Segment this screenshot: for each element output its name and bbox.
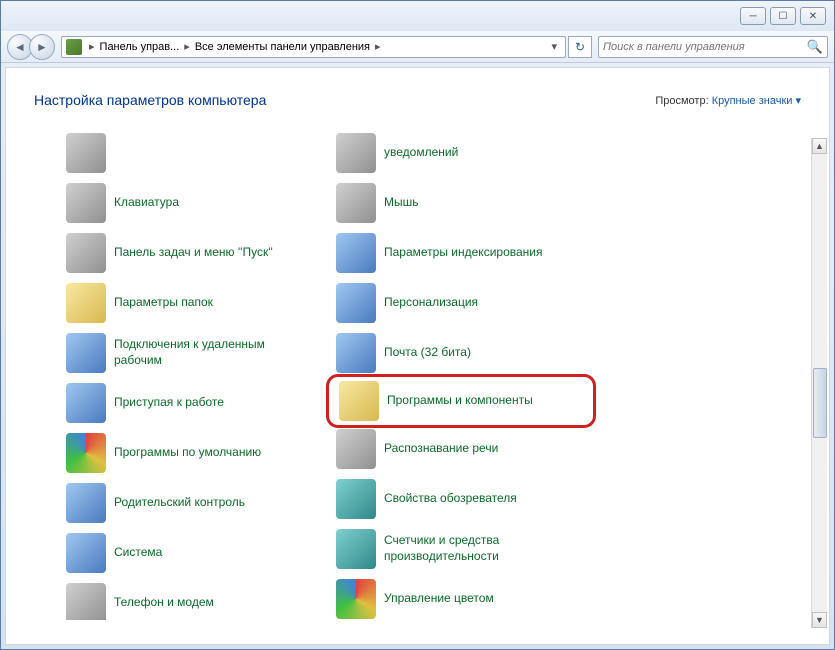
- cp-item-label: Телефон и модем: [114, 595, 214, 611]
- content-area: Настройка параметров компьютера Просмотр…: [5, 67, 830, 645]
- cp-item-label: Управление цветом: [384, 591, 494, 607]
- cp-item-label: Параметры индексирования: [384, 245, 542, 261]
- cp-item[interactable]: Параметры папок: [66, 278, 316, 328]
- forward-button[interactable]: ►: [29, 34, 55, 60]
- cp-item[interactable]: уведомлений: [336, 128, 586, 178]
- cp-item-icon: [66, 233, 106, 273]
- toolbar: ◄ ► ▸ Панель управ... ▸ Все элементы пан…: [1, 31, 834, 63]
- cp-item-label: Распознавание речи: [384, 441, 498, 457]
- chevron-right-icon: ▸: [86, 40, 98, 53]
- scroll-down-button[interactable]: ▼: [812, 612, 827, 628]
- cp-item-label: Родительский контроль: [114, 495, 245, 511]
- cp-item[interactable]: Панель задач и меню ''Пуск'': [66, 228, 316, 278]
- address-bar[interactable]: ▸ Панель управ... ▸ Все элементы панели …: [61, 36, 566, 58]
- cp-item[interactable]: Мышь: [336, 178, 586, 228]
- content-header: Настройка параметров компьютера Просмотр…: [6, 68, 829, 120]
- page-title: Настройка параметров компьютера: [34, 92, 266, 108]
- close-button[interactable]: ✕: [800, 7, 826, 25]
- vertical-scrollbar[interactable]: ▲ ▼: [811, 138, 827, 628]
- cp-item[interactable]: Подключения к удаленным рабочим: [66, 328, 316, 378]
- cp-item[interactable]: Параметры индексирования: [336, 228, 586, 278]
- view-dropdown[interactable]: Крупные значки ▾: [712, 95, 801, 107]
- cp-item-icon: [66, 483, 106, 523]
- cp-item-label: Мышь: [384, 195, 419, 211]
- cp-item-icon: [66, 133, 106, 173]
- cp-item[interactable]: Свойства обозревателя: [336, 474, 586, 524]
- cp-item-label: Система: [114, 545, 162, 561]
- breadcrumb-seg-1[interactable]: Панель управ...: [98, 41, 182, 53]
- cp-item-icon: [339, 381, 379, 421]
- cp-item-icon: [336, 133, 376, 173]
- cp-item[interactable]: Программы по умолчанию: [66, 428, 316, 478]
- minimize-button[interactable]: ─: [740, 7, 766, 25]
- search-icon[interactable]: 🔍: [807, 39, 823, 55]
- search-box[interactable]: 🔍: [598, 36, 828, 58]
- cp-item-icon: [66, 583, 106, 620]
- cp-item-icon: [336, 429, 376, 469]
- cp-item-icon: [66, 283, 106, 323]
- cp-item[interactable]: Система: [66, 528, 316, 578]
- refresh-button[interactable]: ↻: [568, 36, 592, 58]
- cp-item-icon: [66, 383, 106, 423]
- cp-item-label: Персонализация: [384, 295, 478, 311]
- cp-item-icon: [336, 183, 376, 223]
- cp-item[interactable]: Распознавание речи: [336, 424, 586, 474]
- view-control: Просмотр: Крупные значки ▾: [655, 94, 801, 107]
- cp-item[interactable]: Управление цветом: [336, 574, 586, 620]
- address-dropdown[interactable]: ▾: [547, 40, 561, 53]
- search-input[interactable]: [603, 41, 807, 53]
- cp-item[interactable]: Клавиатура: [66, 178, 316, 228]
- cp-item[interactable]: Счетчики и средства производительности: [336, 524, 586, 574]
- cp-item-icon: [336, 479, 376, 519]
- cp-item-icon: [66, 183, 106, 223]
- view-label: Просмотр:: [655, 95, 708, 107]
- cp-item[interactable]: Родительский контроль: [66, 478, 316, 528]
- cp-item-label: Свойства обозревателя: [384, 491, 517, 507]
- titlebar: ─ ☐ ✕: [1, 1, 834, 31]
- cp-item-label: Программы и компоненты: [387, 393, 533, 409]
- cp-item-label: Параметры папок: [114, 295, 213, 311]
- cp-item-label: Панель задач и меню ''Пуск'': [114, 245, 273, 261]
- cp-item[interactable]: Почта (32 бита): [336, 328, 586, 378]
- cp-item-label: Подключения к удаленным рабочим: [114, 337, 316, 368]
- cp-item-icon: [336, 283, 376, 323]
- cp-item[interactable]: [66, 128, 316, 178]
- chevron-right-icon: ▸: [181, 40, 193, 53]
- items-area: Клавиатура Панель задач и меню ''Пуск'' Па…: [6, 120, 829, 620]
- cp-item-label: Почта (32 бита): [384, 345, 471, 361]
- cp-item-icon: [336, 333, 376, 373]
- control-panel-icon: [66, 39, 82, 55]
- cp-item[interactable]: Программы и компоненты: [326, 374, 596, 428]
- maximize-button[interactable]: ☐: [770, 7, 796, 25]
- cp-item-label: Счетчики и средства производительности: [384, 533, 586, 564]
- cp-item[interactable]: Приступая к работе: [66, 378, 316, 428]
- cp-item-label: Программы по умолчанию: [114, 445, 261, 461]
- chevron-right-icon: ▸: [372, 40, 384, 53]
- cp-item[interactable]: Персонализация: [336, 278, 586, 328]
- cp-item-icon: [66, 533, 106, 573]
- cp-item-label: Клавиатура: [114, 195, 179, 211]
- cp-item-icon: [336, 529, 376, 569]
- cp-item-icon: [66, 333, 106, 373]
- cp-item[interactable]: Телефон и модем: [66, 578, 316, 620]
- breadcrumb-seg-2[interactable]: Все элементы панели управления: [193, 41, 372, 53]
- cp-item-icon: [336, 233, 376, 273]
- cp-item-icon: [336, 579, 376, 619]
- cp-item-icon: [66, 433, 106, 473]
- cp-item-label: Приступая к работе: [114, 395, 224, 411]
- control-panel-window: ─ ☐ ✕ ◄ ► ▸ Панель управ... ▸ Все элемен…: [0, 0, 835, 650]
- scroll-thumb[interactable]: [813, 368, 827, 438]
- scroll-up-button[interactable]: ▲: [812, 138, 827, 154]
- chevron-down-icon: ▾: [795, 95, 801, 107]
- cp-item-label: уведомлений: [384, 145, 458, 161]
